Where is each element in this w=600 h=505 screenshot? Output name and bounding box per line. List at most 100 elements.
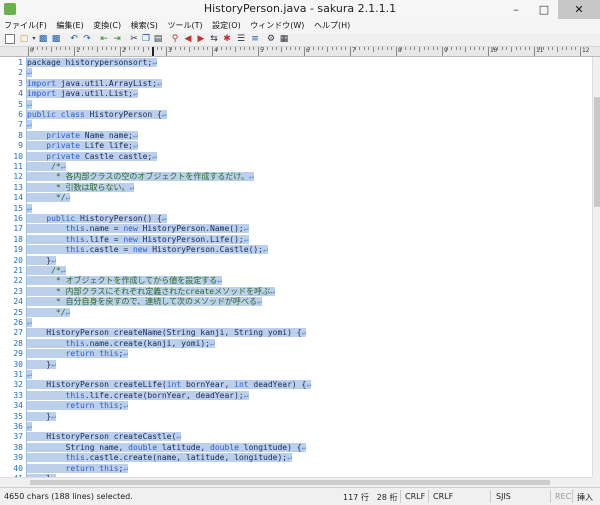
code-line[interactable]: return this;↵ <box>27 463 129 474</box>
code-line[interactable]: return this;↵ <box>27 349 129 359</box>
jump-forward-icon[interactable]: ⇥ <box>112 34 122 44</box>
code-token: int <box>166 380 182 390</box>
code-line[interactable]: ↵ <box>27 120 32 130</box>
menu-edit[interactable]: 編集(E) <box>52 19 86 33</box>
code-line[interactable]: return this;↵ <box>27 401 129 411</box>
line-break-icon: ↵ <box>243 224 249 234</box>
code-line[interactable]: }↵ <box>27 255 56 266</box>
search-prev-icon[interactable]: ◀ <box>183 34 193 44</box>
jump-back-icon[interactable]: ⇤ <box>99 34 109 44</box>
code-token: public <box>46 214 76 223</box>
redo-icon[interactable]: ↷ <box>82 34 92 44</box>
code-line[interactable]: HistoryPerson createLife(int bornYear, i… <box>27 380 312 390</box>
compare-icon[interactable]: ≡ <box>250 34 260 44</box>
code-line[interactable]: HistoryPerson createName(String kanji, S… <box>27 328 307 338</box>
code-line[interactable]: * オブジェクトを作成してから値を設定する↵ <box>27 276 223 286</box>
new-file-icon[interactable] <box>5 34 15 44</box>
open-folder-icon[interactable]: ▢ <box>19 34 29 44</box>
code-token: new <box>123 224 138 234</box>
settings-icon[interactable]: ⚙ <box>266 34 276 44</box>
insert-mode[interactable]: 挿入 <box>577 492 593 503</box>
line-break-icon: ↵ <box>217 276 223 286</box>
code-line[interactable]: * 内部クラスにそれぞれ定義されたcreateメソッドを呼ぶ↵ <box>27 286 275 297</box>
copy-icon[interactable]: ❐ <box>141 34 151 44</box>
code-line[interactable]: * 自分自身を戻すので、連続して次のメソッドが呼べる↵ <box>27 297 262 307</box>
code-token: * 引数は取らない。 <box>27 182 130 192</box>
code-line[interactable]: import java.util.List;↵ <box>27 89 138 99</box>
code-line[interactable]: private Castle castle;↵ <box>27 151 158 162</box>
code-line[interactable]: private Life life;↵ <box>27 141 138 151</box>
save-icon[interactable]: ▩ <box>38 34 48 44</box>
code-line[interactable]: this.castle = new HistoryPerson.Castle()… <box>27 245 268 255</box>
code-line[interactable]: }↵ <box>27 359 56 370</box>
vertical-scrollbar[interactable] <box>592 57 600 477</box>
menu-convert[interactable]: 変換(C) <box>89 19 124 33</box>
line-number: 9 <box>18 141 23 151</box>
menu-window[interactable]: ウィンドウ(W) <box>246 19 307 33</box>
line-break-icon: ↵ <box>129 182 135 192</box>
code-line[interactable]: import java.util.ArrayList;↵ <box>27 78 162 89</box>
code-line[interactable]: public class HistoryPerson {↵ <box>27 110 167 120</box>
line-break-icon: ↵ <box>152 58 158 67</box>
line-number: 31 <box>13 370 23 379</box>
cut-icon[interactable]: ✂ <box>129 34 139 44</box>
menu-search[interactable]: 検索(S) <box>127 19 161 33</box>
editor[interactable]: 1 2 3 4 5 6 7 8 9 10 11 12 13 14 15 16 17 18 19 20 21 22 23 24 2… <box>0 57 592 477</box>
maximize-button[interactable]: □ <box>530 0 558 19</box>
code-token: HistoryPerson createLife( <box>27 380 167 390</box>
code-line[interactable]: this.name.create(kanji, yomi);↵ <box>27 338 215 349</box>
close-button[interactable]: ✕ <box>558 0 600 19</box>
code-line[interactable]: this.name = new HistoryPerson.Name();↵ <box>27 224 249 234</box>
macro-record-indicator: REC <box>555 492 572 501</box>
code-line[interactable]: private Name name;↵ <box>27 130 138 141</box>
menu-file[interactable]: ファイル(F) <box>0 19 50 33</box>
code-line[interactable]: HistoryPerson createCastle(↵ <box>27 432 182 442</box>
code-line[interactable]: ↵ <box>27 318 32 328</box>
code-line[interactable]: /*↵ <box>27 266 66 276</box>
code-line[interactable]: String name, double latitude, double lon… <box>27 442 307 453</box>
code-line[interactable]: * 引数は取らない。↵ <box>27 182 135 193</box>
code-line[interactable]: public HistoryPerson() {↵ <box>27 214 167 224</box>
line-number: 33 <box>13 390 23 400</box>
minimize-button[interactable]: – <box>502 0 530 19</box>
menu-help[interactable]: ヘルプ(H) <box>310 19 353 33</box>
horizontal-scrollbar[interactable] <box>0 477 592 487</box>
code-line[interactable]: package historypersonsort;↵ <box>27 58 158 68</box>
code-token: import <box>27 89 56 99</box>
code-line[interactable]: ↵ <box>27 68 32 78</box>
code-line[interactable]: ↵ <box>27 203 32 214</box>
encoding[interactable]: SJIS <box>496 492 511 501</box>
code-line[interactable]: */↵ <box>27 193 71 203</box>
outline-icon[interactable]: ☰ <box>236 34 246 44</box>
code-line[interactable]: * 各内部クラスの空のオブジェクトを作成するだけ。↵ <box>27 172 254 182</box>
horizontal-scroll-thumb[interactable] <box>30 480 550 485</box>
code-line[interactable]: */↵ <box>27 307 71 318</box>
eol-type[interactable]: CRLF <box>405 492 425 501</box>
replace-icon[interactable]: ⇆ <box>209 34 219 44</box>
grep-icon[interactable]: ✱ <box>222 34 232 44</box>
paste-icon[interactable]: ▤ <box>153 34 163 44</box>
code-line[interactable]: this.castle.create(name, latitude, longi… <box>27 453 292 463</box>
code-line[interactable]: ↵ <box>27 99 32 110</box>
code-token: bornYear, <box>181 380 235 390</box>
line-number: 26 <box>13 318 23 327</box>
search-icon[interactable]: ⚲ <box>170 34 180 44</box>
selection-highlight: return this;↵ <box>27 349 129 359</box>
eol-type-secondary[interactable]: CRLF <box>433 492 453 501</box>
code-token: HistoryPerson() { <box>75 214 162 223</box>
vertical-scroll-thumb[interactable] <box>594 97 600 207</box>
undo-icon[interactable]: ↶ <box>69 34 79 44</box>
code-line[interactable]: this.life = new HistoryPerson.Life();↵ <box>27 234 249 245</box>
code-line[interactable]: }↵ <box>27 411 56 422</box>
menu-settings[interactable]: 設定(O) <box>208 19 244 33</box>
code-line[interactable]: this.life.create(bornYear, deadYear);↵ <box>27 390 249 401</box>
save-all-icon[interactable]: ▩ <box>51 34 61 44</box>
code-line[interactable]: /*↵ <box>27 162 66 172</box>
font-icon[interactable]: ▦ <box>279 34 289 44</box>
menu-tools[interactable]: ツール(T) <box>163 19 205 33</box>
selection-highlight: package historypersonsort;↵ <box>27 58 158 67</box>
search-next-icon[interactable]: ▶ <box>196 34 206 44</box>
code-line[interactable]: ↵ <box>27 422 32 432</box>
code-line[interactable]: ↵ <box>27 370 32 380</box>
